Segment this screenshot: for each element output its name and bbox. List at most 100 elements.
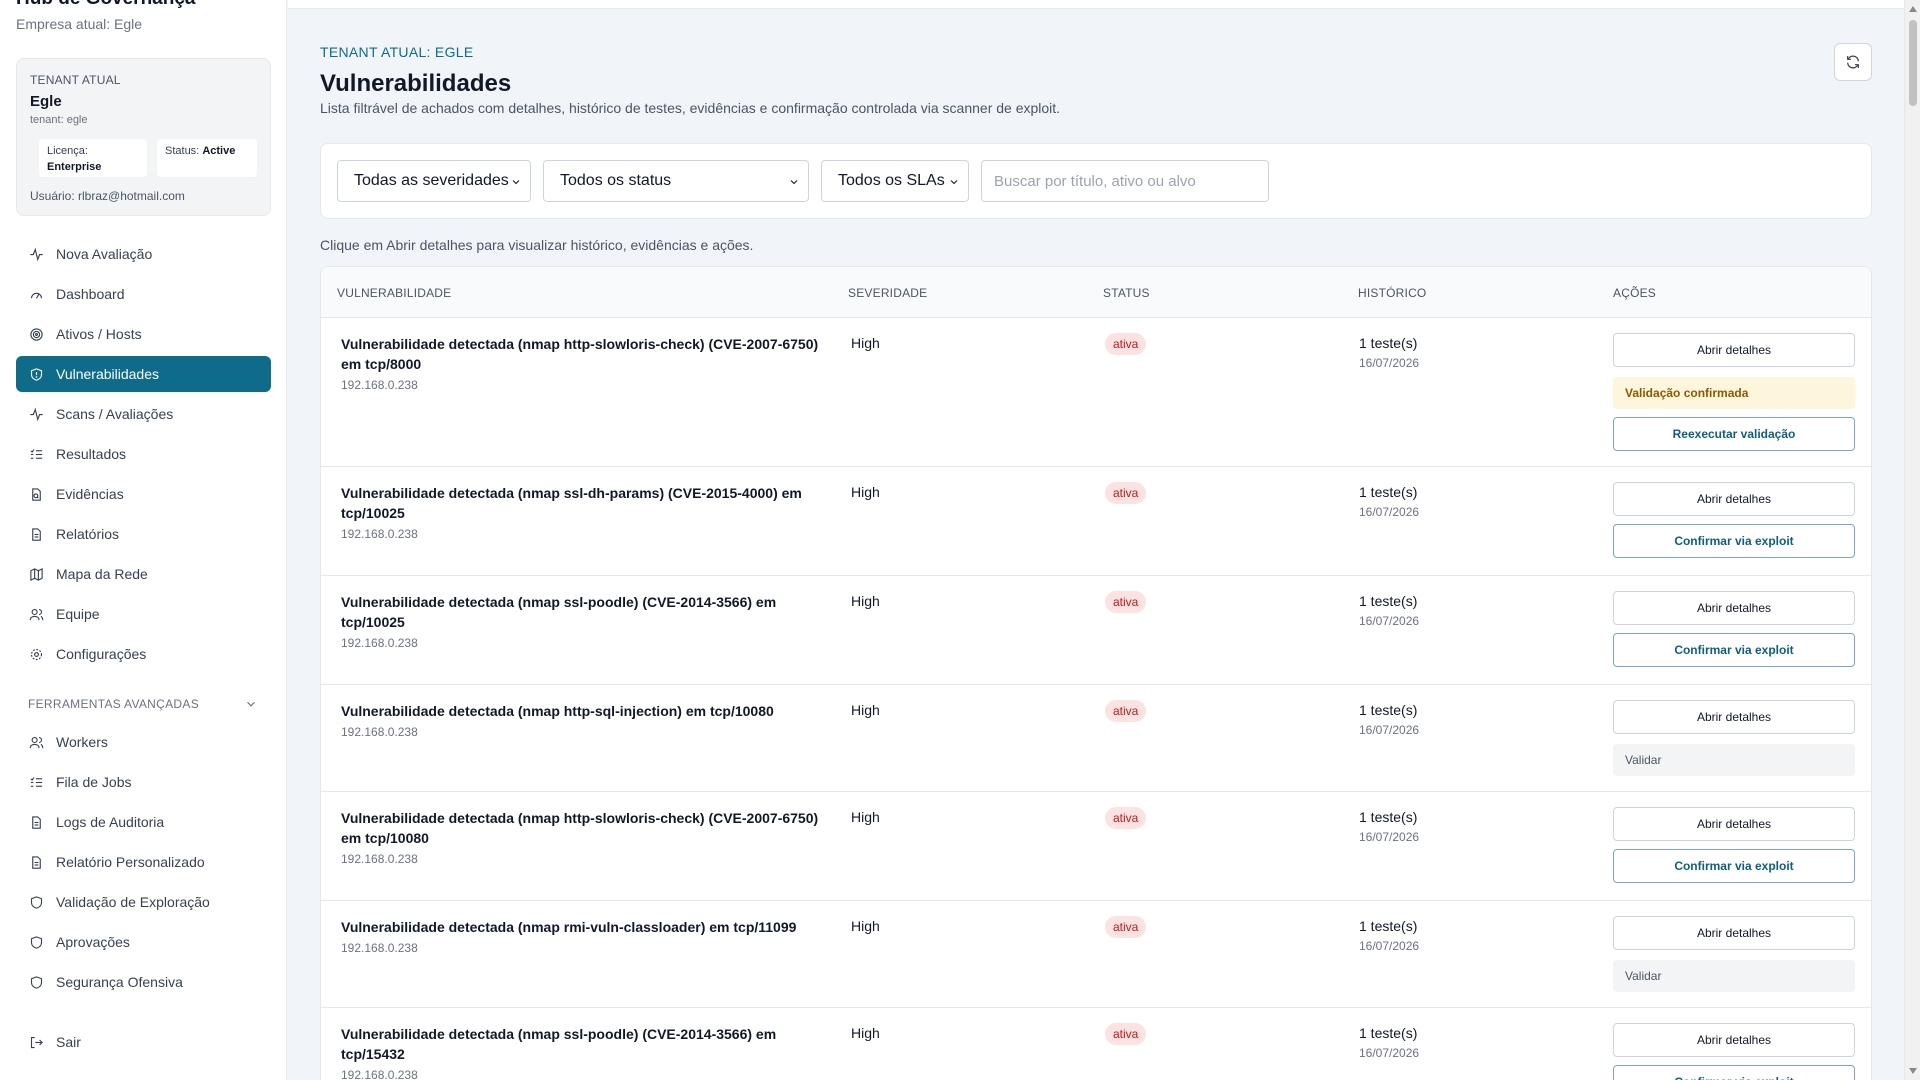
column-header-status: STATUS <box>1103 286 1150 300</box>
filter-bar: Todas as severidades Todos os status Tod… <box>320 143 1872 219</box>
open-details-button[interactable]: Abrir detalhes <box>1613 1023 1855 1057</box>
history-date: 16/07/2026 <box>1359 356 1420 370</box>
file-text-icon <box>28 526 44 542</box>
sidebar-item-logs-auditoria[interactable]: Logs de Auditoria <box>16 804 271 840</box>
logout-button[interactable]: Sair <box>16 1024 271 1060</box>
severity-select[interactable]: Todas as severidades <box>337 160 531 202</box>
sidebar-item-aprovacoes[interactable]: Aprovações <box>16 924 271 960</box>
validate-button[interactable]: Validar <box>1613 744 1855 776</box>
vulnerability-host: 192.168.0.238 <box>341 852 418 866</box>
file-search-icon <box>28 486 44 502</box>
open-details-button[interactable]: Abrir detalhes <box>1613 591 1855 625</box>
advanced-tools-label: FERRAMENTAS AVANÇADAS <box>28 697 199 711</box>
table-row: Vulnerabilidade detectada (nmap http-sql… <box>321 684 1871 791</box>
severity-value: High <box>851 484 880 500</box>
open-details-button[interactable]: Abrir detalhes <box>1613 700 1855 734</box>
status-badge: ativa <box>1105 333 1147 355</box>
scroll-thumb[interactable] <box>1909 20 1917 106</box>
open-details-button[interactable]: Abrir detalhes <box>1613 916 1855 950</box>
activity-icon <box>28 246 44 262</box>
history-count: 1 teste(s) <box>1359 593 1418 609</box>
license-label: Licença: <box>47 145 88 157</box>
search-input[interactable] <box>981 160 1269 202</box>
open-details-button[interactable]: Abrir detalhes <box>1613 807 1855 841</box>
file-text-icon <box>28 814 44 830</box>
refresh-button[interactable] <box>1834 43 1872 81</box>
sidebar-item-evidencias[interactable]: Evidências <box>16 476 271 512</box>
history-count: 1 teste(s) <box>1359 335 1418 351</box>
vulnerability-title: Vulnerabilidade detectada (nmap http-sql… <box>341 703 774 719</box>
table-header: VULNERABILIDADE SEVERIDADE STATUS HISTÓR… <box>321 267 1871 317</box>
open-details-button[interactable]: Abrir detalhes <box>1613 333 1855 367</box>
gauge-icon <box>28 286 44 302</box>
severity-value: High <box>851 809 880 825</box>
validate-button[interactable]: Validar <box>1613 960 1855 992</box>
sidebar-item-relatorio-personalizado[interactable]: Relatório Personalizado <box>16 844 271 880</box>
sidebar-item-workers[interactable]: Workers <box>16 724 271 760</box>
sidebar-item-label: Aprovações <box>56 934 130 950</box>
confirm-exploit-button[interactable]: Confirmar via exploit <box>1613 524 1855 558</box>
table-row: Vulnerabilidade detectada (nmap rmi-vuln… <box>321 900 1871 1007</box>
sidebar-item-label: Equipe <box>56 606 100 622</box>
severity-value: High <box>851 335 880 351</box>
status-box: Status: Active <box>157 139 257 177</box>
validation-confirmed-badge: Validação confirmada <box>1613 377 1855 409</box>
logout-icon <box>28 1034 44 1050</box>
list-check-icon <box>28 774 44 790</box>
tenant-slug: tenant: egle <box>30 114 88 126</box>
vulnerability-host: 192.168.0.238 <box>341 636 418 650</box>
sidebar-item-dashboard[interactable]: Dashboard <box>16 276 271 312</box>
sidebar-item-relatorios[interactable]: Relatórios <box>16 516 271 552</box>
sidebar-item-label: Relatórios <box>56 526 120 542</box>
logout-label: Sair <box>56 1034 81 1050</box>
sidebar-item-nova-avaliacao[interactable]: Nova Avaliação <box>16 236 271 272</box>
sidebar-item-equipe[interactable]: Equipe <box>16 596 271 632</box>
sidebar-item-label: Evidências <box>56 486 124 502</box>
status-label: Status: <box>165 145 200 157</box>
shield-icon <box>28 934 44 950</box>
vulnerability-title: Vulnerabilidade detectada (nmap ssl-pood… <box>341 1026 777 1062</box>
status-badge: ativa <box>1105 591 1147 613</box>
sidebar-item-mapa[interactable]: Mapa da Rede <box>16 556 271 592</box>
sidebar-item-resultados[interactable]: Resultados <box>16 436 271 472</box>
scroll-up-arrow[interactable] <box>1909 6 1917 12</box>
vulnerabilities-table: VULNERABILIDADE SEVERIDADE STATUS HISTÓR… <box>320 266 1872 1080</box>
sidebar-item-vulnerabilidades[interactable]: Vulnerabilidades <box>16 356 271 392</box>
sidebar-item-validacao-exploracao[interactable]: Validação de Exploração <box>16 884 271 920</box>
status-badge: ativa <box>1105 807 1147 829</box>
chevron-down-icon[interactable] <box>244 697 258 711</box>
history-date: 16/07/2026 <box>1359 939 1420 953</box>
sidebar-item-scans[interactable]: Scans / Avaliações <box>16 396 271 432</box>
history-count: 1 teste(s) <box>1359 484 1418 500</box>
page-title: Vulnerabilidades <box>320 70 512 97</box>
sla-select[interactable]: Todos os SLAs <box>821 160 969 202</box>
history-count: 1 teste(s) <box>1359 809 1418 825</box>
sidebar-item-label: Workers <box>56 734 108 750</box>
confirm-exploit-button[interactable]: Confirmar via exploit <box>1613 633 1855 667</box>
sidebar-item-label: Vulnerabilidades <box>56 366 159 382</box>
scroll-down-arrow[interactable] <box>1909 1068 1917 1074</box>
confirm-exploit-button[interactable]: Confirmar via exploit <box>1613 849 1855 883</box>
sidebar-item-label: Mapa da Rede <box>56 566 148 582</box>
status-value: Active <box>202 145 236 157</box>
status-badge: ativa <box>1105 482 1147 504</box>
rerun-validation-button[interactable]: Reexecutar validação <box>1613 417 1855 451</box>
sidebar-item-label: Dashboard <box>56 286 125 302</box>
severity-value: High <box>851 918 880 934</box>
table-row: Vulnerabilidade detectada (nmap ssl-pood… <box>321 1007 1871 1080</box>
sidebar-item-configuracoes[interactable]: Configurações <box>16 636 271 672</box>
sidebar-item-seguranca-ofensiva[interactable]: Segurança Ofensiva <box>16 964 271 1000</box>
sidebar-item-label: Resultados <box>56 446 127 462</box>
sla-select-value: Todos os SLAs <box>838 172 945 189</box>
page-scrollbar[interactable] <box>1904 0 1920 1080</box>
license-value: Enterprise <box>47 161 102 173</box>
history-date: 16/07/2026 <box>1359 614 1420 628</box>
sidebar-item-fila-jobs[interactable]: Fila de Jobs <box>16 764 271 800</box>
open-details-button[interactable]: Abrir detalhes <box>1613 482 1855 516</box>
sidebar-item-ativos[interactable]: Ativos / Hosts <box>16 316 271 352</box>
vulnerability-title: Vulnerabilidade detectada (nmap ssl-dh-p… <box>341 485 802 521</box>
status-select[interactable]: Todos os status <box>543 160 809 202</box>
map-icon <box>28 566 44 582</box>
confirm-exploit-button[interactable]: Confirmar via exploit <box>1613 1065 1855 1080</box>
vulnerability-title: Vulnerabilidade detectada (nmap rmi-vuln… <box>341 919 797 935</box>
